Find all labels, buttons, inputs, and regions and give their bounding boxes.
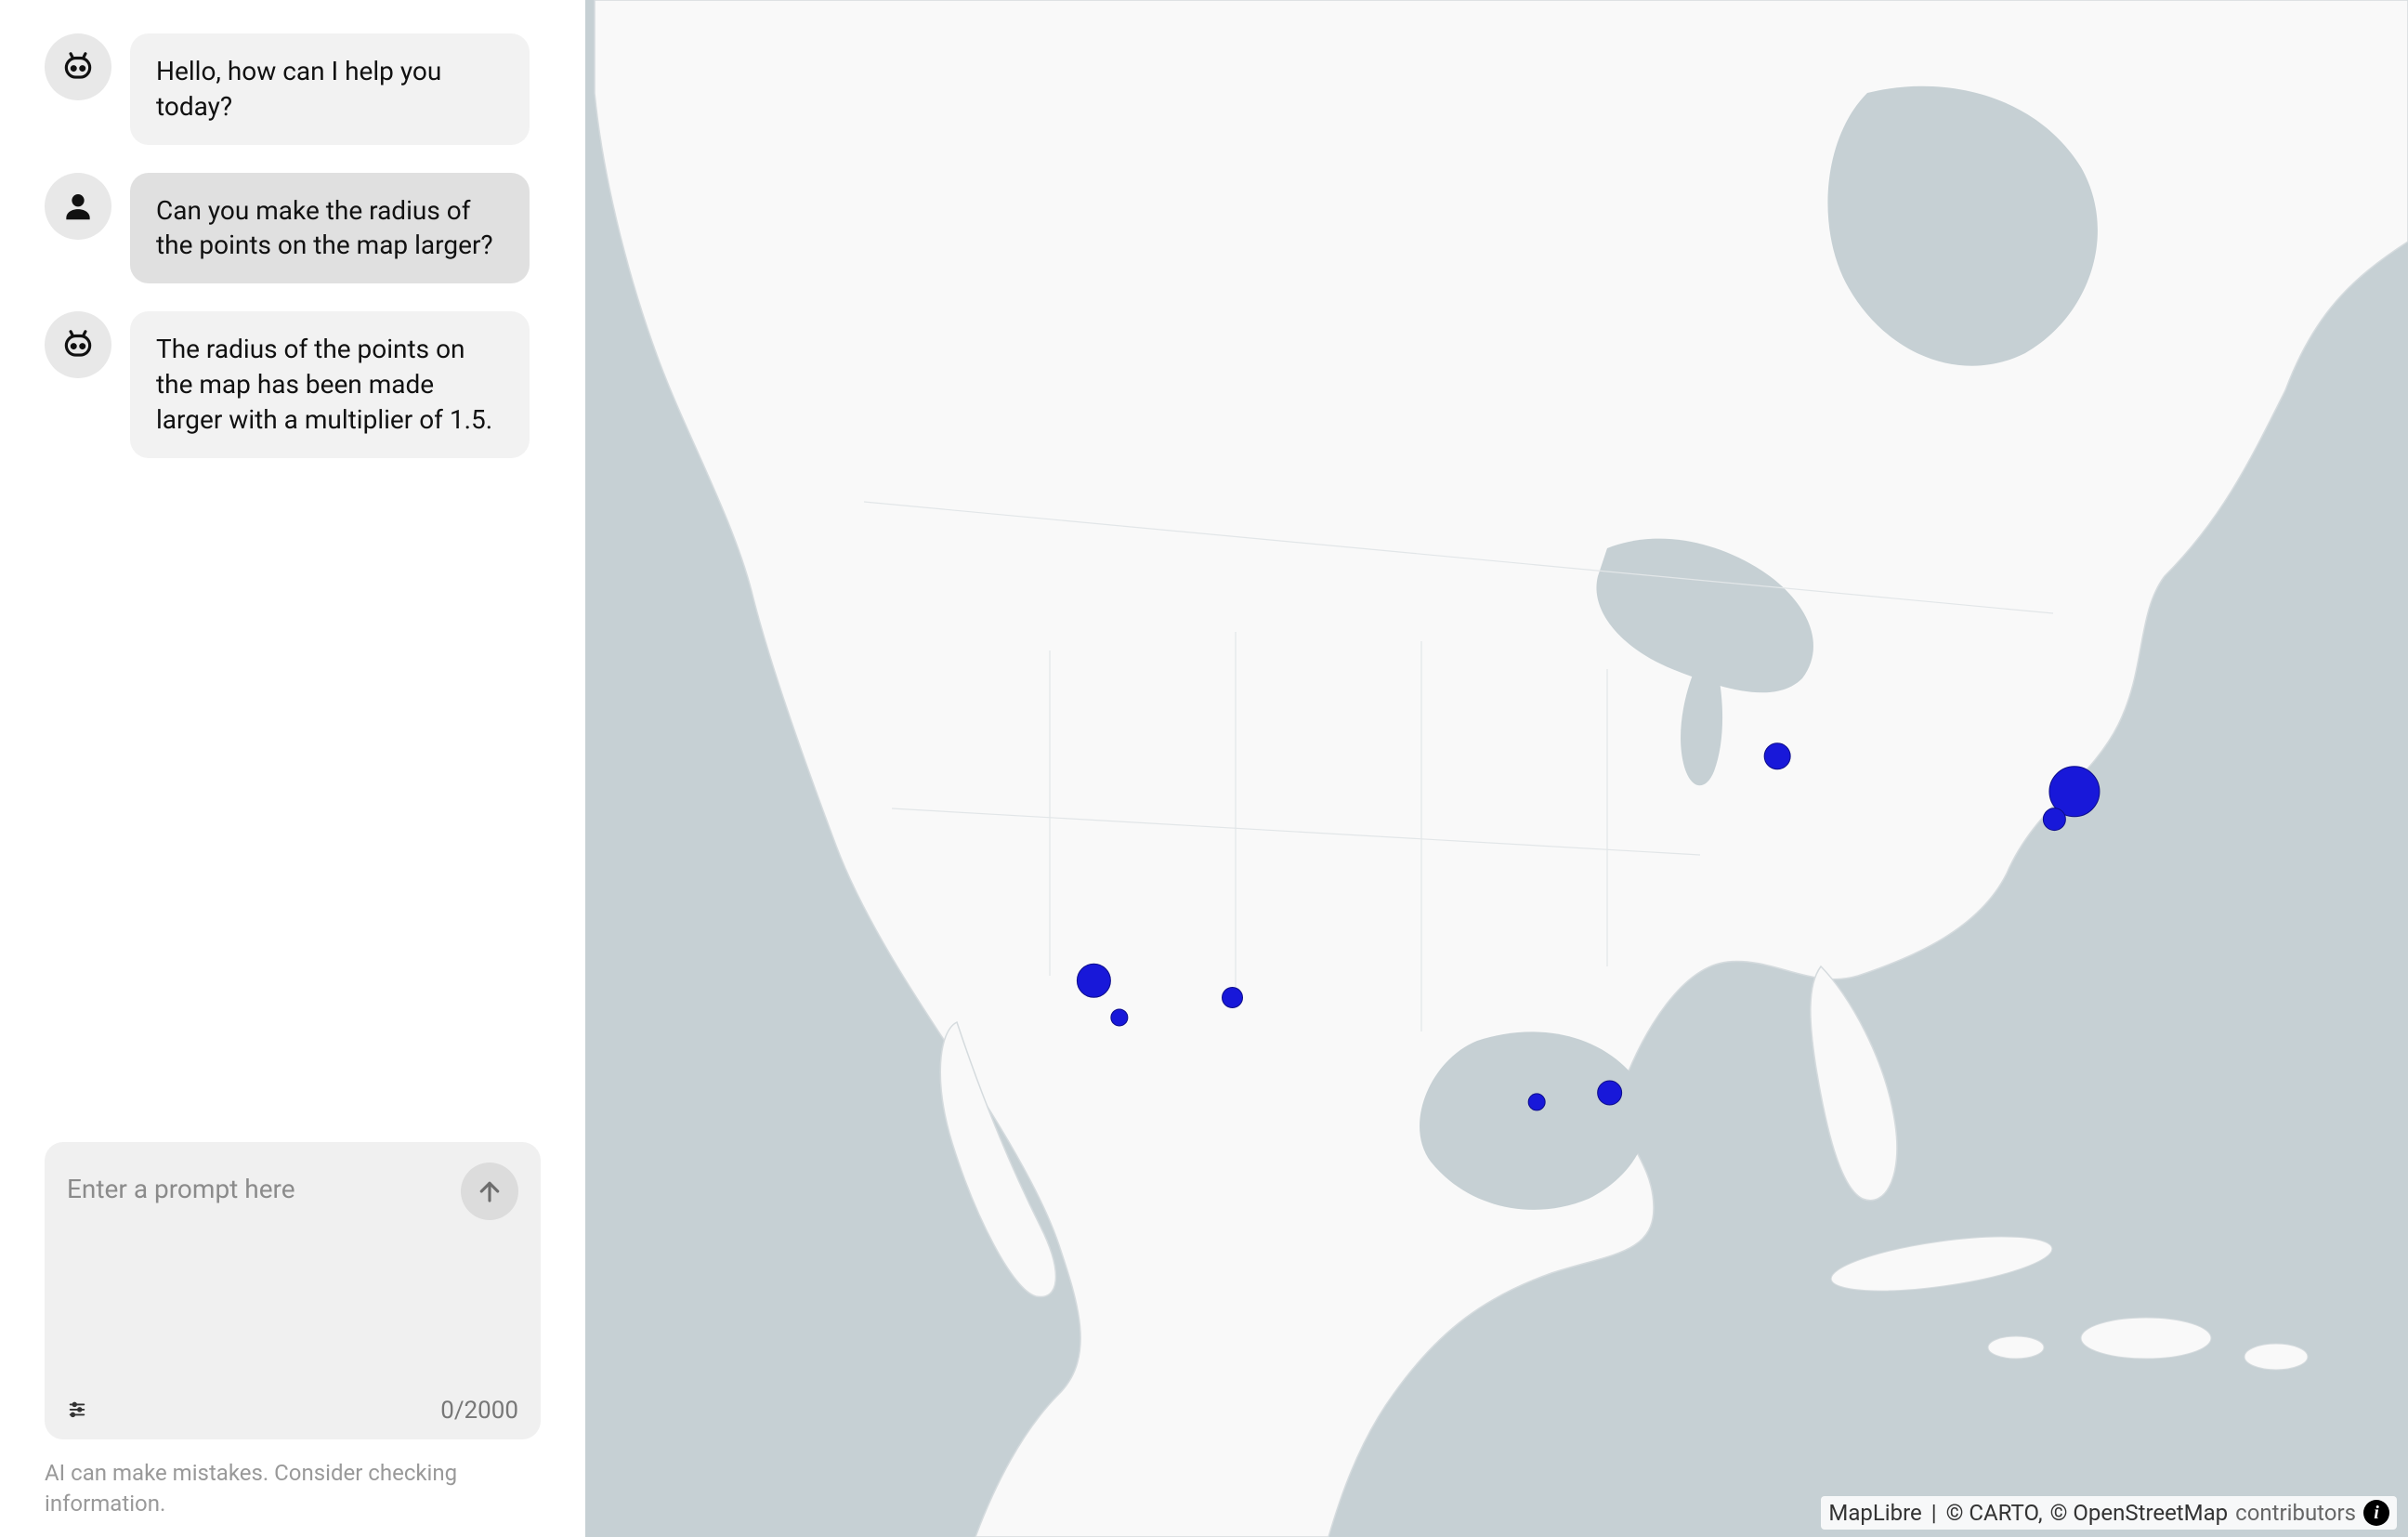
chat-messages: Hello, how can I help you today? Can you… <box>45 33 541 1123</box>
map-point-san-antonio[interactable] <box>1528 1094 1545 1110</box>
chat-sidebar: Hello, how can I help you today? Can you… <box>0 0 585 1537</box>
user-message: Can you make the radius of the points on… <box>130 173 530 284</box>
attribution-lib[interactable]: MapLibre <box>1828 1500 1921 1526</box>
attribution-contributors: contributors <box>2235 1500 2356 1526</box>
bot-avatar <box>45 311 111 378</box>
char-count: 0/2000 <box>440 1397 518 1425</box>
map-panel[interactable]: MapLibre | © CARTO, © OpenStreetMap cont… <box>585 0 2408 1537</box>
prompt-footer: 0/2000 <box>67 1387 518 1425</box>
bot-message: Hello, how can I help you today? <box>130 33 530 145</box>
map-point-sd[interactable] <box>1111 1009 1128 1026</box>
info-icon[interactable]: i <box>2363 1500 2389 1526</box>
jamaica <box>1988 1336 2044 1359</box>
options-icon[interactable] <box>67 1399 87 1424</box>
attribution-carto[interactable]: © CARTO, <box>1946 1500 2043 1526</box>
bot-icon <box>60 49 96 85</box>
map-point-phoenix[interactable] <box>1223 987 1243 1007</box>
user-avatar <box>45 173 111 240</box>
hispaniola <box>2081 1318 2211 1359</box>
attribution-osm[interactable]: © OpenStreetMap <box>2050 1500 2229 1526</box>
prompt-box[interactable]: 0/2000 <box>45 1142 541 1439</box>
map-point-philly-small[interactable] <box>2043 808 2065 831</box>
prompt-row <box>67 1163 518 1220</box>
message-row: Can you make the radius of the points on… <box>45 173 541 284</box>
map-point-houston[interactable] <box>1598 1081 1622 1105</box>
send-button[interactable] <box>461 1163 518 1220</box>
message-row: The radius of the points on the map has … <box>45 311 541 457</box>
map-canvas[interactable] <box>585 0 2408 1537</box>
arrow-up-icon <box>476 1177 504 1205</box>
user-icon <box>60 189 96 224</box>
disclaimer-text: AI can make mistakes. Consider checking … <box>45 1458 541 1518</box>
map-point-chicago[interactable] <box>1764 743 1790 769</box>
map-attribution: MapLibre | © CARTO, © OpenStreetMap cont… <box>1821 1496 2397 1530</box>
puerto-rico <box>2244 1344 2308 1370</box>
map-point-la[interactable] <box>1077 964 1110 997</box>
bot-icon <box>60 327 96 362</box>
bot-message: The radius of the points on the map has … <box>130 311 530 457</box>
message-row: Hello, how can I help you today? <box>45 33 541 145</box>
bot-avatar <box>45 33 111 100</box>
prompt-input[interactable] <box>67 1163 461 1204</box>
separator: | <box>1931 1500 1937 1526</box>
